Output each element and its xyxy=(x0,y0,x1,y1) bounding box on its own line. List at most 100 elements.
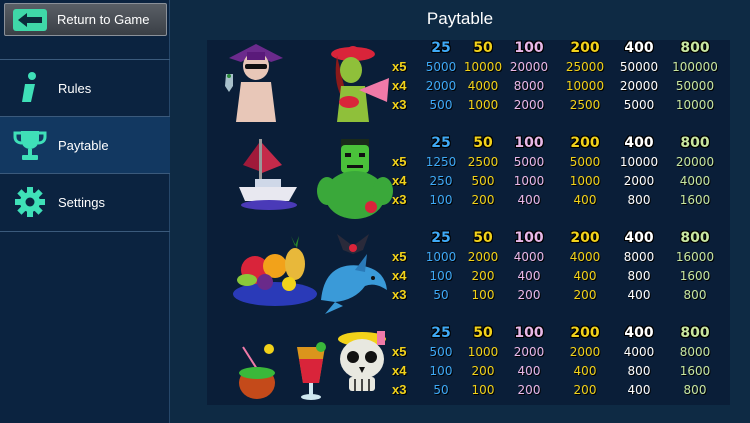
payout-value: 400 xyxy=(517,193,541,207)
bet-header: 400 xyxy=(624,135,654,151)
bet-header: 400 xyxy=(624,325,654,341)
cocktail-icon xyxy=(297,342,326,400)
payout-value: 200 xyxy=(573,288,597,302)
payout-value: 4000 xyxy=(679,174,711,188)
payout-value: 400 xyxy=(573,364,597,378)
payout-value: 8000 xyxy=(623,250,655,264)
bet-header: 800 xyxy=(680,325,710,341)
payout-value: 800 xyxy=(627,364,651,378)
payout-value: 200 xyxy=(517,383,541,397)
payout-value: 2500 xyxy=(569,98,601,112)
payout-value: 400 xyxy=(573,193,597,207)
vampire-character-icon xyxy=(225,44,283,122)
multiplier-label: x5 xyxy=(392,59,407,74)
sidebar-item-rules[interactable]: Rules xyxy=(0,59,170,116)
multiplier-label: x4 xyxy=(392,268,407,283)
coconut-drink-icon xyxy=(239,344,275,399)
bet-header: 800 xyxy=(680,40,710,56)
payout-value: 100000 xyxy=(672,60,718,74)
sidebar-item-settings[interactable]: Settings xyxy=(0,173,170,230)
multiplier-label: x4 xyxy=(392,363,407,378)
payout-value: 50000 xyxy=(675,79,715,93)
payout-value: 400 xyxy=(517,364,541,378)
sidebar-item-paytable[interactable]: Paytable xyxy=(0,116,170,173)
bet-header: 400 xyxy=(624,230,654,246)
payout-value: 4000 xyxy=(513,250,545,264)
payout-value: 5000 xyxy=(569,155,601,169)
payout-value: 20000 xyxy=(509,60,549,74)
back-arrow-icon xyxy=(13,8,47,31)
payout-value: 800 xyxy=(683,383,707,397)
payout-value: 4000 xyxy=(569,250,601,264)
payout-value: 400 xyxy=(627,288,651,302)
payout-value: 400 xyxy=(627,383,651,397)
return-to-game-button[interactable]: Return to Game xyxy=(4,3,167,36)
witch-character-icon xyxy=(331,46,389,122)
payout-value: 2000 xyxy=(569,345,601,359)
payout-value: 25000 xyxy=(565,60,605,74)
payout-value: 200 xyxy=(517,288,541,302)
multiplier-label: x5 xyxy=(392,344,407,359)
payout-value: 10000 xyxy=(565,79,605,93)
bet-header: 800 xyxy=(680,135,710,151)
bet-header: 100 xyxy=(514,325,544,341)
payout-value: 1000 xyxy=(513,174,545,188)
payout-value: 1600 xyxy=(679,193,711,207)
payout-value: 400 xyxy=(573,269,597,283)
payout-value: 20000 xyxy=(619,79,659,93)
sidebar-divider xyxy=(0,231,170,232)
dolphin-bat-icon xyxy=(321,234,387,314)
bet-header: 200 xyxy=(570,325,600,341)
multiplier-label: x3 xyxy=(392,192,407,207)
payout-value: 1000 xyxy=(569,174,601,188)
multiplier-label: x5 xyxy=(392,249,407,264)
sidebar: Return to Game Rules Paytable Settings xyxy=(0,0,170,423)
bet-header: 100 xyxy=(514,230,544,246)
return-label: Return to Game xyxy=(57,12,150,27)
paytable-panel: 25 50 100 200 400 800 x5 5000 10000 20000 25000 500… xyxy=(207,40,730,405)
gear-icon xyxy=(10,182,50,222)
multiplier-label: x3 xyxy=(392,97,407,112)
payout-value: 800 xyxy=(627,193,651,207)
payout-value: 50000 xyxy=(619,60,659,74)
payout-value: 2000 xyxy=(513,345,545,359)
payout-value: 16000 xyxy=(675,250,715,264)
payout-value: 1600 xyxy=(679,364,711,378)
bet-header: 400 xyxy=(624,40,654,56)
payout-value: 10000 xyxy=(619,155,659,169)
info-icon xyxy=(10,68,50,108)
sidebar-item-label: Rules xyxy=(58,80,92,96)
payout-value: 20000 xyxy=(675,155,715,169)
multiplier-label: x3 xyxy=(392,287,407,302)
multiplier-label: x3 xyxy=(392,382,407,397)
payout-value: 5000 xyxy=(513,155,545,169)
payout-value: 4000 xyxy=(623,345,655,359)
multiplier-label: x4 xyxy=(392,173,407,188)
multiplier-label: x4 xyxy=(392,78,407,93)
payout-value: 1600 xyxy=(679,269,711,283)
bet-header: 200 xyxy=(570,230,600,246)
payout-value: 200 xyxy=(573,383,597,397)
payout-value: 5000 xyxy=(623,98,655,112)
bet-header: 100 xyxy=(514,40,544,56)
payout-value: 2000 xyxy=(513,98,545,112)
sidebar-item-label: Paytable xyxy=(58,137,109,153)
yacht-icon xyxy=(239,139,297,210)
payout-value: 800 xyxy=(683,288,707,302)
frankenstein-character-icon xyxy=(317,139,393,219)
multiplier-label: x5 xyxy=(392,154,407,169)
payout-value: 2000 xyxy=(623,174,655,188)
skull-icon xyxy=(338,331,386,391)
sidebar-item-label: Settings xyxy=(58,194,105,210)
payout-value: 8000 xyxy=(513,79,545,93)
trophy-icon xyxy=(10,125,50,165)
payout-value: 400 xyxy=(517,269,541,283)
bet-header: 200 xyxy=(570,135,600,151)
payout-value: 800 xyxy=(627,269,651,283)
payout-value: 8000 xyxy=(679,345,711,359)
bet-header: 800 xyxy=(680,230,710,246)
bet-header: 200 xyxy=(570,40,600,56)
page-title: Paytable xyxy=(426,9,494,28)
bet-header: 100 xyxy=(514,135,544,151)
payout-value: 10000 xyxy=(675,98,715,112)
